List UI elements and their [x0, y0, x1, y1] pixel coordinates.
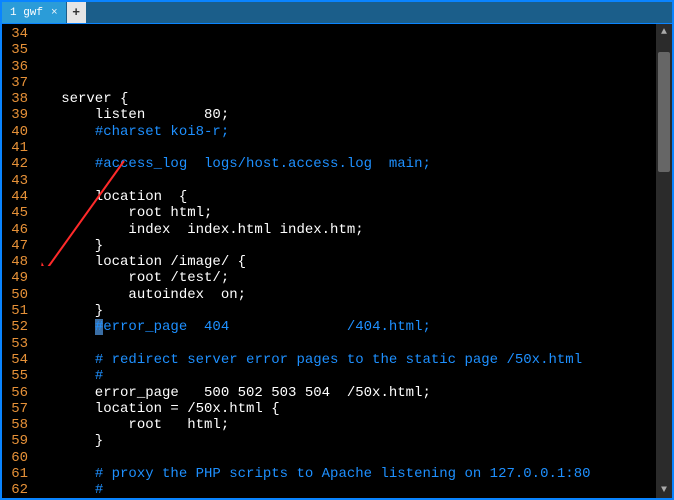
line-number-gutter: 3435363738394041424344454647484950515253… — [2, 24, 32, 498]
line-number: 55 — [4, 368, 28, 384]
vertical-scrollbar[interactable]: ▲ ▼ — [656, 24, 672, 498]
code-line[interactable]: location = /50x.html { — [36, 401, 652, 417]
scroll-up-icon[interactable]: ▲ — [656, 24, 672, 40]
code-line[interactable]: server { — [36, 91, 652, 107]
line-number: 39 — [4, 107, 28, 123]
editor-area: 3435363738394041424344454647484950515253… — [2, 24, 672, 498]
code-line[interactable] — [36, 75, 652, 91]
code-token: listen 80; — [36, 107, 229, 123]
line-number: 44 — [4, 189, 28, 205]
code-token — [36, 466, 95, 482]
code-token: root html; — [36, 417, 229, 433]
code-token: # redirect server error pages to the sta… — [95, 352, 582, 368]
scroll-down-icon[interactable]: ▼ — [656, 482, 672, 498]
code-token — [36, 482, 95, 498]
line-number: 47 — [4, 238, 28, 254]
code-line[interactable]: # — [36, 482, 652, 498]
code-token: location /image/ { — [36, 254, 246, 270]
code-token: error_page 404 /404.html; — [103, 319, 431, 335]
code-token: index index.html index.htm; — [36, 222, 364, 238]
code-line[interactable]: #error_page 404 /404.html; — [36, 319, 652, 335]
line-number: 46 — [4, 222, 28, 238]
code-line[interactable] — [36, 173, 652, 189]
code-token: } — [36, 238, 103, 254]
code-token — [36, 124, 95, 140]
line-number: 50 — [4, 287, 28, 303]
scrollbar-thumb[interactable] — [658, 52, 670, 172]
line-number: 48 — [4, 254, 28, 270]
code-token: server { — [36, 91, 128, 107]
line-number: 37 — [4, 75, 28, 91]
code-line[interactable]: #charset koi8-r; — [36, 124, 652, 140]
code-token: root /test/; — [36, 270, 229, 286]
line-number: 59 — [4, 433, 28, 449]
code-line[interactable] — [36, 336, 652, 352]
line-number: 52 — [4, 319, 28, 335]
code-line[interactable]: } — [36, 238, 652, 254]
code-line[interactable]: } — [36, 303, 652, 319]
code-line[interactable]: index index.html index.htm; — [36, 222, 652, 238]
code-line[interactable]: root /test/; — [36, 270, 652, 286]
code-token: error_page 500 502 503 504 /50x.html; — [36, 385, 431, 401]
line-number: 34 — [4, 26, 28, 42]
code-token: # proxy the PHP scripts to Apache listen… — [95, 466, 591, 482]
code-line[interactable] — [36, 140, 652, 156]
code-token: #access_log logs/host.access.log main; — [95, 156, 431, 172]
code-token: autoindex on; — [36, 287, 246, 303]
line-number: 54 — [4, 352, 28, 368]
editor-window: 1 gwf × + 343536373839404142434445464748… — [0, 0, 674, 500]
code-line[interactable]: root html; — [36, 417, 652, 433]
code-token: } — [36, 303, 103, 319]
code-line[interactable]: autoindex on; — [36, 287, 652, 303]
line-number: 43 — [4, 173, 28, 189]
code-token — [36, 368, 95, 384]
line-number: 53 — [4, 336, 28, 352]
line-number: 49 — [4, 270, 28, 286]
code-line[interactable]: error_page 500 502 503 504 /50x.html; — [36, 385, 652, 401]
code-line[interactable] — [36, 450, 652, 466]
code-token: # — [95, 482, 103, 498]
code-line[interactable]: # proxy the PHP scripts to Apache listen… — [36, 466, 652, 482]
code-token: location { — [36, 189, 187, 205]
code-line[interactable]: # redirect server error pages to the sta… — [36, 352, 652, 368]
line-number: 51 — [4, 303, 28, 319]
code-line[interactable]: root html; — [36, 205, 652, 221]
tab-active[interactable]: 1 gwf × — [2, 2, 67, 23]
line-number: 58 — [4, 417, 28, 433]
code-line[interactable]: listen 80; — [36, 107, 652, 123]
code-token — [36, 352, 95, 368]
line-number: 35 — [4, 42, 28, 58]
code-token: location = /50x.html { — [36, 401, 280, 417]
line-number: 60 — [4, 450, 28, 466]
code-content[interactable]: server { listen 80; #charset koi8-r; #ac… — [32, 24, 656, 498]
code-line[interactable]: # — [36, 368, 652, 384]
line-number: 56 — [4, 385, 28, 401]
code-token: # — [95, 368, 103, 384]
line-number: 45 — [4, 205, 28, 221]
code-token: # — [95, 319, 103, 335]
code-line[interactable]: #access_log logs/host.access.log main; — [36, 156, 652, 172]
line-number: 38 — [4, 91, 28, 107]
close-icon[interactable]: × — [51, 7, 58, 19]
line-number: 42 — [4, 156, 28, 172]
code-token — [36, 156, 95, 172]
code-line[interactable]: location { — [36, 189, 652, 205]
code-line[interactable]: } — [36, 433, 652, 449]
line-number: 57 — [4, 401, 28, 417]
line-number: 36 — [4, 59, 28, 75]
line-number: 40 — [4, 124, 28, 140]
tab-bar: 1 gwf × + — [2, 2, 672, 24]
code-token: } — [36, 433, 103, 449]
code-token: #charset koi8-r; — [95, 124, 229, 140]
code-line[interactable]: location /image/ { — [36, 254, 652, 270]
new-tab-button[interactable]: + — [67, 2, 87, 23]
code-token — [36, 319, 95, 335]
code-token: root html; — [36, 205, 212, 221]
tab-label: 1 gwf — [10, 7, 43, 19]
line-number: 61 — [4, 466, 28, 482]
line-number: 41 — [4, 140, 28, 156]
line-number: 62 — [4, 482, 28, 498]
